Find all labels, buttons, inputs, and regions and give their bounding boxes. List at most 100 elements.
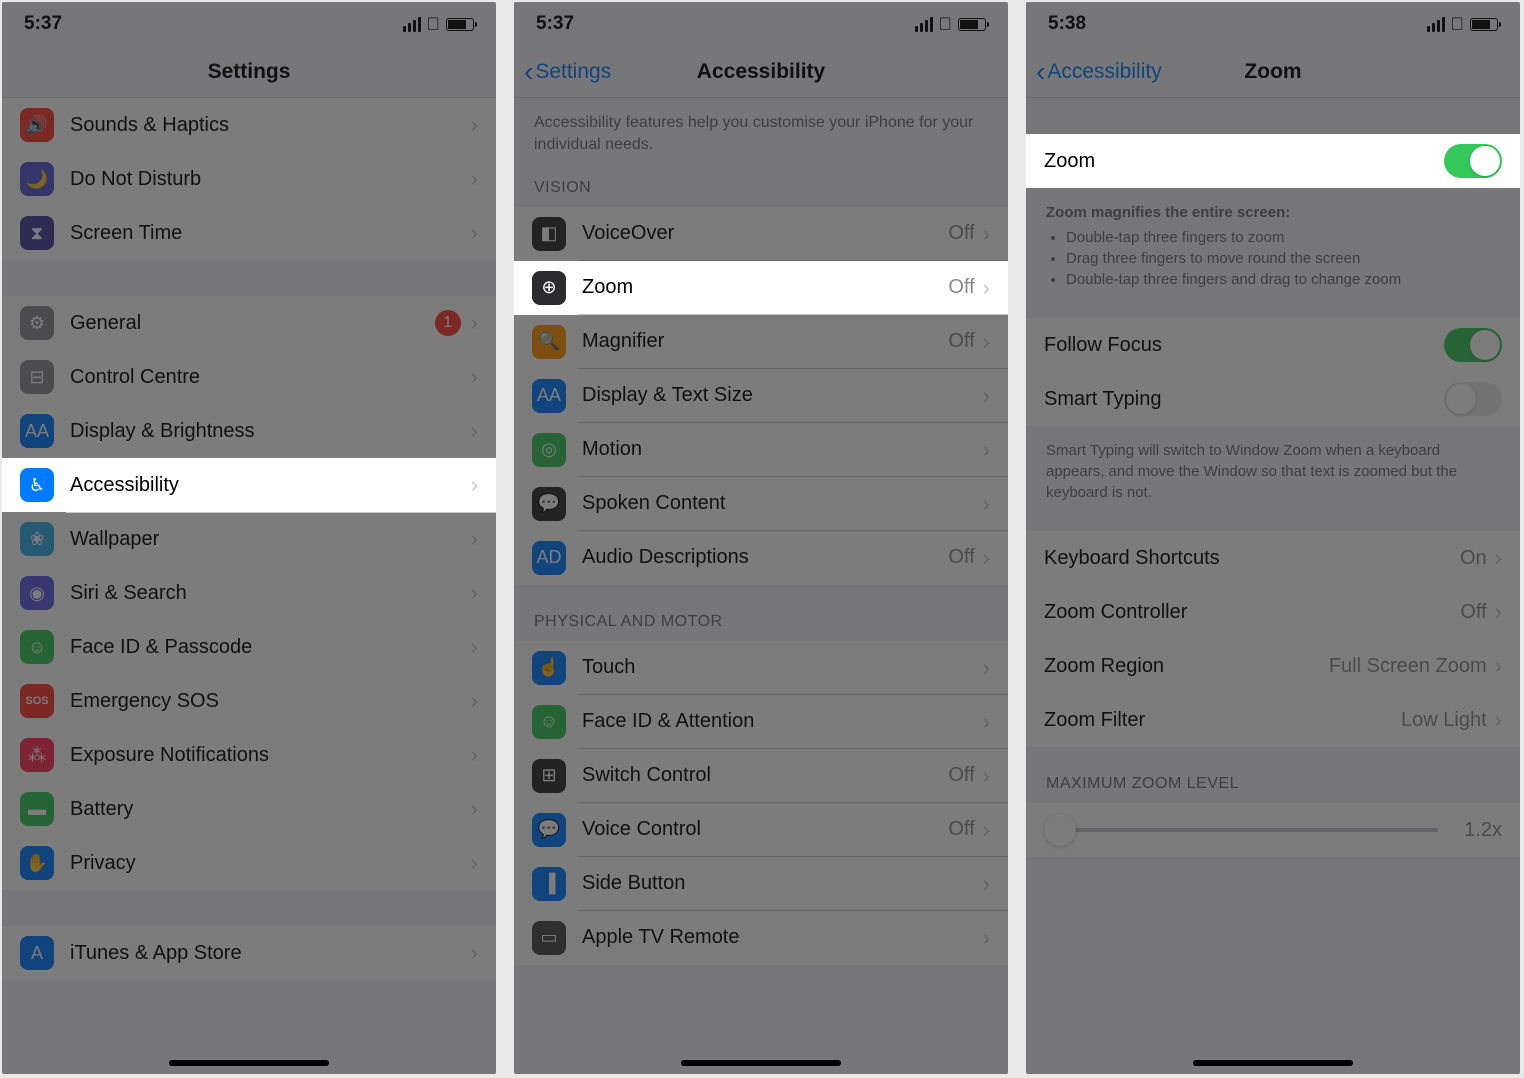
smart-typing-desc: Smart Typing will switch to Window Zoom … [1026, 426, 1520, 511]
home-indicator[interactable] [681, 1060, 841, 1066]
row-label: VoiceOver [582, 222, 948, 245]
zoom-description: Zoom magnifies the entire screen: Double… [1026, 188, 1520, 298]
list-row[interactable]: ▭ Apple TV Remote › [514, 911, 1008, 965]
list-row[interactable]: Keyboard Shortcuts On › [1026, 531, 1520, 585]
smart-typing-toggle[interactable] [1444, 382, 1502, 416]
row-label: Keyboard Shortcuts [1044, 547, 1460, 570]
vision-header: VISION [514, 165, 1008, 207]
accessibility-screen: 5:37 􀙇 ‹ Settings Accessibility Accessib… [514, 2, 1008, 1074]
home-indicator[interactable] [169, 1060, 329, 1066]
list-row[interactable]: ⁂ Exposure Notifications › [2, 728, 496, 782]
chevron-right-icon: › [1495, 599, 1502, 625]
tvremote-icon: ▭ [532, 921, 566, 955]
page-title: Zoom [1244, 60, 1301, 84]
list-row[interactable]: ☺ Face ID & Passcode › [2, 620, 496, 674]
smart-typing-row[interactable]: Smart Typing [1026, 372, 1520, 426]
list-row[interactable]: AA Display & Brightness › [2, 404, 496, 458]
settings-screen: 5:37 􀙇 Settings 🔊 Sounds & Haptics › 🌙 D… [2, 2, 496, 1074]
chevron-right-icon: › [983, 817, 990, 843]
slider-row: 1.2x [1026, 803, 1520, 857]
wifi-icon: 􀙇 [427, 14, 441, 35]
chevron-right-icon: › [471, 742, 478, 768]
status-time: 5:38 [1048, 13, 1086, 35]
list-row[interactable]: AA Display & Text Size › [514, 369, 1008, 423]
list-row[interactable]: 💬 Spoken Content › [514, 477, 1008, 531]
chevron-left-icon: ‹ [1036, 58, 1045, 86]
row-label: Accessibility [70, 474, 471, 497]
list-row[interactable]: ▐ Side Button › [514, 857, 1008, 911]
list-row[interactable]: ⊕ Zoom Off › [514, 261, 1008, 315]
row-label: Switch Control [582, 764, 948, 787]
list-row[interactable]: ✋ Privacy › [2, 836, 496, 890]
wifi-icon: 􀙇 [1451, 14, 1465, 35]
list-row[interactable]: Zoom Filter Low Light › [1026, 693, 1520, 747]
zoom-desc-bullet: Drag three fingers to move round the scr… [1066, 248, 1500, 269]
follow-focus-toggle[interactable] [1444, 328, 1502, 362]
row-value: Off [948, 546, 974, 569]
list-row[interactable]: ⊞ Switch Control Off › [514, 749, 1008, 803]
zoom-desc-title: Zoom magnifies the entire screen: [1046, 204, 1290, 221]
list-row[interactable]: 🌙 Do Not Disturb › [2, 152, 496, 206]
status-bar: 5:37 􀙇 [514, 2, 1008, 46]
zoom-toggle-row[interactable]: Zoom [1026, 134, 1520, 188]
list-row[interactable]: Zoom Controller Off › [1026, 585, 1520, 639]
row-value: Off [948, 222, 974, 245]
zoom-icon: ⊕ [532, 271, 566, 305]
row-value: Off [948, 276, 974, 299]
list-row[interactable]: ⚙ General 1 › [2, 296, 496, 350]
chevron-right-icon: › [471, 472, 478, 498]
back-button[interactable]: ‹ Accessibility [1036, 58, 1162, 86]
list-row[interactable]: ◉ Siri & Search › [2, 566, 496, 620]
row-label: iTunes & App Store [70, 942, 471, 965]
slider-thumb[interactable] [1044, 814, 1076, 846]
list-row[interactable]: AD Audio Descriptions Off › [514, 531, 1008, 585]
row-label: Privacy [70, 852, 471, 875]
row-value: Low Light [1401, 709, 1487, 732]
list-row[interactable]: 🔊 Sounds & Haptics › [2, 98, 496, 152]
list-row[interactable]: 🔍 Magnifier Off › [514, 315, 1008, 369]
list-row[interactable]: ▬ Battery › [2, 782, 496, 836]
row-label: Siri & Search [70, 582, 471, 605]
zoom-toggle[interactable] [1444, 144, 1502, 178]
switch-icon: ⊞ [532, 759, 566, 793]
max-zoom-slider[interactable] [1044, 828, 1438, 832]
row-label: Screen Time [70, 222, 471, 245]
magnifier-icon: 🔍 [532, 325, 566, 359]
list-row[interactable]: ◧ VoiceOver Off › [514, 207, 1008, 261]
chevron-right-icon: › [471, 166, 478, 192]
chevron-right-icon: › [471, 310, 478, 336]
list-row[interactable]: ☝ Touch › [514, 641, 1008, 695]
general-icon: ⚙ [20, 306, 54, 340]
row-label: Zoom Controller [1044, 601, 1460, 624]
list-row[interactable]: 💬 Voice Control Off › [514, 803, 1008, 857]
status-bar: 5:37 􀙇 [2, 2, 496, 46]
follow-focus-row[interactable]: Follow Focus [1026, 318, 1520, 372]
vision-list[interactable]: ◧ VoiceOver Off › ⊕ Zoom Off › 🔍 Magnifi… [514, 207, 1008, 585]
list-row[interactable]: Zoom Region Full Screen Zoom › [1026, 639, 1520, 693]
list-row[interactable]: ⊟ Control Centre › [2, 350, 496, 404]
chevron-right-icon: › [983, 329, 990, 355]
row-label: Face ID & Attention [582, 710, 983, 733]
list-row[interactable]: SOS Emergency SOS › [2, 674, 496, 728]
list-row[interactable]: ⧗ Screen Time › [2, 206, 496, 260]
signal-icon [403, 17, 421, 32]
nav-bar: ‹ Settings Accessibility [514, 46, 1008, 98]
chevron-right-icon: › [983, 655, 990, 681]
chevron-right-icon: › [471, 220, 478, 246]
row-label: Magnifier [582, 330, 948, 353]
list-row[interactable]: A iTunes & App Store › [2, 926, 496, 980]
list-row[interactable]: ♿︎ Accessibility › [2, 458, 496, 512]
motor-list[interactable]: ☝ Touch › ☺ Face ID & Attention › ⊞ Swit… [514, 641, 1008, 965]
settings-list[interactable]: 🔊 Sounds & Haptics › 🌙 Do Not Disturb › … [2, 98, 496, 980]
signal-icon [915, 17, 933, 32]
chevron-right-icon: › [471, 364, 478, 390]
chevron-right-icon: › [1495, 707, 1502, 733]
touch-icon: ☝ [532, 651, 566, 685]
chevron-right-icon: › [471, 526, 478, 552]
dnd-icon: 🌙 [20, 162, 54, 196]
list-row[interactable]: ❀ Wallpaper › [2, 512, 496, 566]
back-button[interactable]: ‹ Settings [524, 58, 611, 86]
home-indicator[interactable] [1193, 1060, 1353, 1066]
list-row[interactable]: ☺ Face ID & Attention › [514, 695, 1008, 749]
list-row[interactable]: ◎ Motion › [514, 423, 1008, 477]
